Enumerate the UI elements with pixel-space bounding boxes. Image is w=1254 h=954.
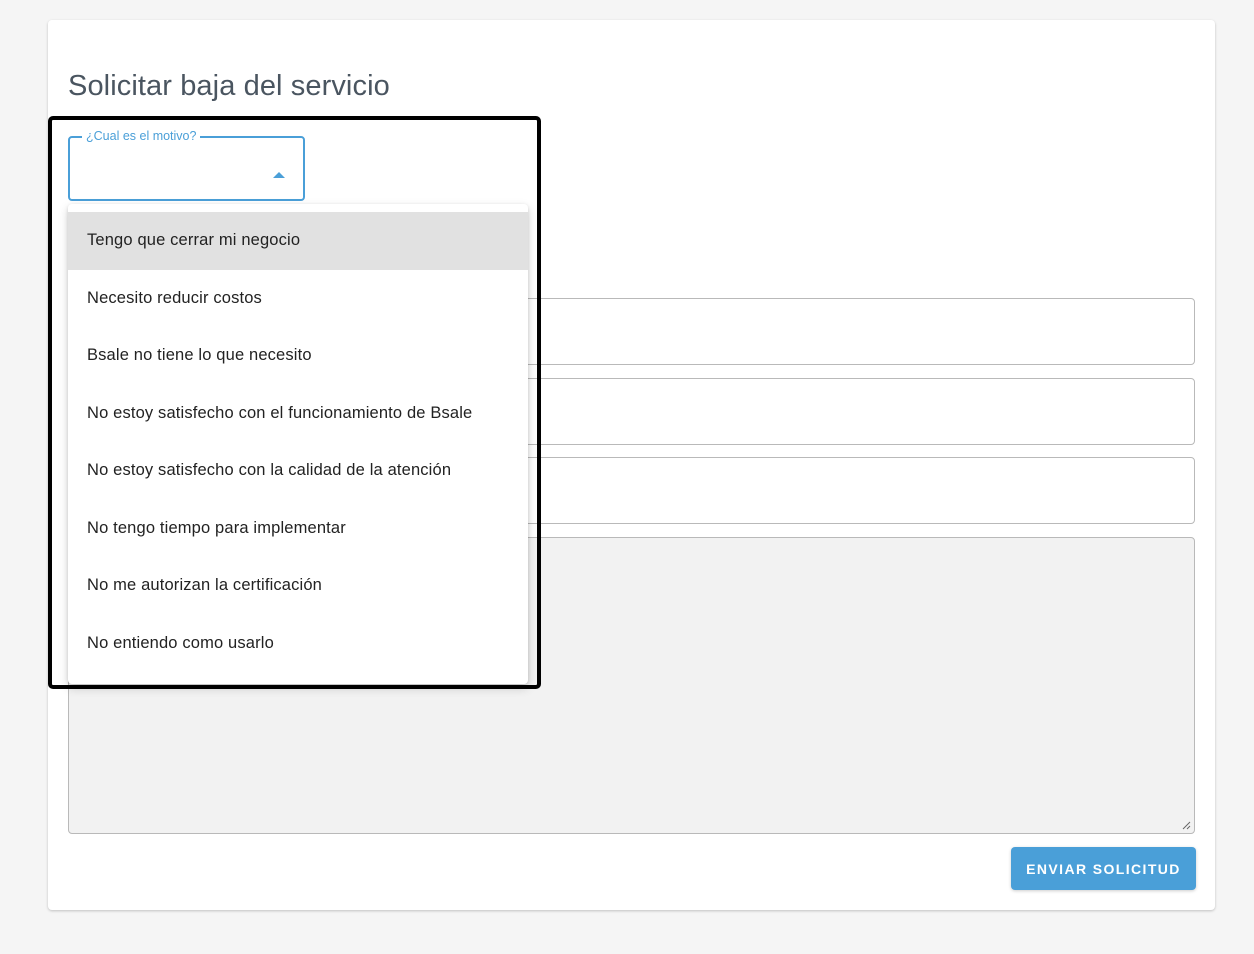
menu-item-insatisfecho-funcionamiento[interactable]: No estoy satisfecho con el funcionamient… bbox=[68, 385, 528, 443]
menu-item-cerrar-negocio[interactable]: Tengo que cerrar mi negocio bbox=[68, 212, 528, 270]
reason-select-label: ¿Cual es el motivo? bbox=[82, 129, 201, 143]
reason-dropdown-menu: Tengo que cerrar mi negocio Necesito red… bbox=[68, 204, 528, 684]
resize-grip-icon[interactable] bbox=[1181, 820, 1191, 830]
menu-item-sin-tiempo-implementar[interactable]: No tengo tiempo para implementar bbox=[68, 500, 528, 558]
menu-item-no-autorizan-certificacion[interactable]: No me autorizan la certificación bbox=[68, 557, 528, 615]
page-title: Solicitar baja del servicio bbox=[68, 70, 390, 102]
reason-select[interactable]: ¿Cual es el motivo? bbox=[68, 129, 305, 201]
menu-item-no-tiene-lo-que-necesito[interactable]: Bsale no tiene lo que necesito bbox=[68, 327, 528, 385]
menu-item-reducir-costos[interactable]: Necesito reducir costos bbox=[68, 270, 528, 328]
caret-up-icon[interactable] bbox=[273, 172, 285, 178]
menu-item-no-entiendo-como-usarlo[interactable]: No entiendo como usarlo bbox=[68, 615, 528, 673]
menu-item-insatisfecho-atencion[interactable]: No estoy satisfecho con la calidad de la… bbox=[68, 442, 528, 500]
submit-request-button[interactable]: ENVIAR SOLICITUD bbox=[1011, 847, 1196, 890]
